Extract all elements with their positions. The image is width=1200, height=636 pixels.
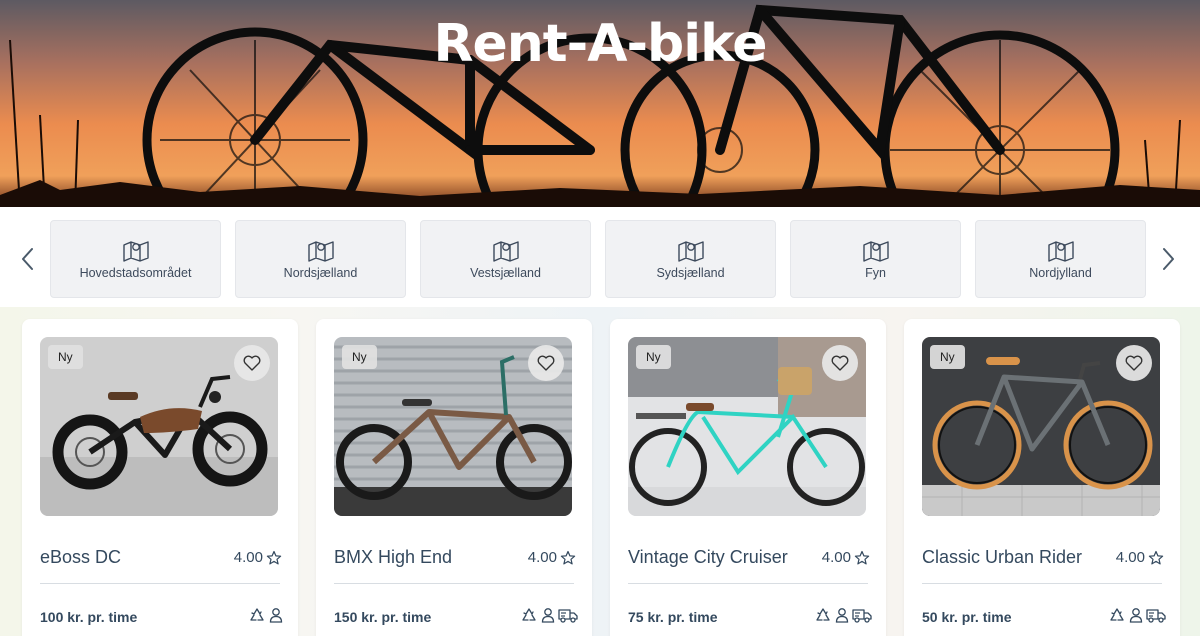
new-badge: Ny bbox=[930, 345, 965, 369]
product-rating: 4.00 bbox=[528, 549, 576, 566]
product-image: Ny bbox=[628, 337, 866, 516]
favorite-heart-icon[interactable] bbox=[822, 345, 858, 381]
product-rating: 4.00 bbox=[234, 549, 282, 566]
rating-value: 4.00 bbox=[1115, 549, 1145, 566]
product-listing: Ny eBoss DC 4.00 100 kr. pr. time Ny BMX… bbox=[0, 307, 1200, 636]
feature-icons bbox=[520, 607, 578, 623]
rating-value: 4.00 bbox=[821, 549, 851, 566]
chevron-right-icon[interactable] bbox=[1158, 247, 1178, 271]
region-label: Hovedstadsområdet bbox=[79, 266, 192, 280]
divider bbox=[334, 583, 574, 584]
product-image: Ny bbox=[40, 337, 278, 516]
product-rating: 4.00 bbox=[822, 549, 870, 566]
hero-banner: Rent-A-bike bbox=[0, 0, 1200, 207]
region-card-vestsjaelland[interactable]: Vestsjælland bbox=[420, 220, 591, 298]
map-icon bbox=[307, 241, 334, 262]
region-card-nordjylland[interactable]: Nordjylland bbox=[975, 220, 1146, 298]
chevron-left-icon[interactable] bbox=[18, 247, 38, 271]
region-label: Nordjylland bbox=[1029, 266, 1092, 280]
favorite-heart-icon[interactable] bbox=[1116, 345, 1152, 381]
product-image: Ny bbox=[334, 337, 572, 516]
star-icon bbox=[560, 550, 576, 564]
region-card-nordsjaelland[interactable]: Nordsjælland bbox=[235, 220, 406, 298]
favorite-heart-icon[interactable] bbox=[528, 345, 564, 381]
delivery-truck-icon bbox=[852, 609, 872, 623]
new-badge: Ny bbox=[48, 345, 83, 369]
delivery-truck-icon bbox=[558, 609, 578, 623]
divider bbox=[922, 583, 1162, 584]
star-icon bbox=[1148, 550, 1164, 564]
site-title: Rent-A-bike bbox=[433, 14, 767, 74]
feature-icons bbox=[248, 607, 284, 623]
favorite-heart-icon[interactable] bbox=[234, 345, 270, 381]
person-icon bbox=[541, 608, 555, 623]
map-icon bbox=[862, 241, 889, 262]
product-price: 50 kr. pr. time bbox=[922, 609, 1012, 625]
product-card[interactable]: Ny Vintage City Cruiser 4.00 75 kr. pr. … bbox=[610, 319, 886, 636]
product-name[interactable]: Classic Urban Rider bbox=[922, 547, 1082, 568]
person-icon bbox=[1129, 608, 1143, 623]
map-icon bbox=[122, 241, 149, 262]
recycle-icon bbox=[816, 608, 830, 621]
rating-value: 4.00 bbox=[233, 549, 263, 566]
product-image: Ny bbox=[922, 337, 1160, 516]
new-badge: Ny bbox=[342, 345, 377, 369]
product-card[interactable]: Ny eBoss DC 4.00 100 kr. pr. time bbox=[22, 319, 298, 636]
product-name[interactable]: eBoss DC bbox=[40, 547, 121, 568]
product-card[interactable]: Ny BMX High End 4.00 150 kr. pr. time bbox=[316, 319, 592, 636]
product-card[interactable]: Ny Classic Urban Rider 4.00 50 kr. pr. t… bbox=[904, 319, 1180, 636]
recycle-icon bbox=[250, 608, 264, 621]
map-icon bbox=[677, 241, 704, 262]
region-label: Sydsjælland bbox=[656, 266, 725, 280]
divider bbox=[628, 583, 868, 584]
person-icon bbox=[269, 608, 283, 623]
star-icon bbox=[266, 550, 282, 564]
product-name[interactable]: BMX High End bbox=[334, 547, 452, 568]
new-badge: Ny bbox=[636, 345, 671, 369]
recycle-icon bbox=[522, 608, 536, 621]
product-price: 100 kr. pr. time bbox=[40, 609, 138, 625]
rating-value: 4.00 bbox=[527, 549, 557, 566]
delivery-truck-icon bbox=[1146, 609, 1166, 623]
region-card-hovedstadsomradet[interactable]: Hovedstadsområdet bbox=[50, 220, 221, 298]
feature-icons bbox=[814, 607, 872, 623]
product-rating: 4.00 bbox=[1116, 549, 1164, 566]
star-icon bbox=[854, 550, 870, 564]
region-label: Fyn bbox=[865, 266, 886, 280]
region-label: Nordsjælland bbox=[283, 266, 358, 280]
region-card-fyn[interactable]: Fyn bbox=[790, 220, 961, 298]
feature-icons bbox=[1108, 607, 1166, 623]
region-label: Vestsjælland bbox=[470, 266, 541, 280]
region-carousel: Hovedstadsområdet Nordsjælland Vestsjæll… bbox=[0, 207, 1200, 307]
map-icon bbox=[1047, 241, 1074, 262]
person-icon bbox=[835, 608, 849, 623]
product-price: 150 kr. pr. time bbox=[334, 609, 432, 625]
divider bbox=[40, 583, 280, 584]
region-card-sydsjaelland[interactable]: Sydsjælland bbox=[605, 220, 776, 298]
recycle-icon bbox=[1110, 608, 1124, 621]
map-icon bbox=[492, 241, 519, 262]
product-price: 75 kr. pr. time bbox=[628, 609, 718, 625]
product-name[interactable]: Vintage City Cruiser bbox=[628, 547, 788, 568]
